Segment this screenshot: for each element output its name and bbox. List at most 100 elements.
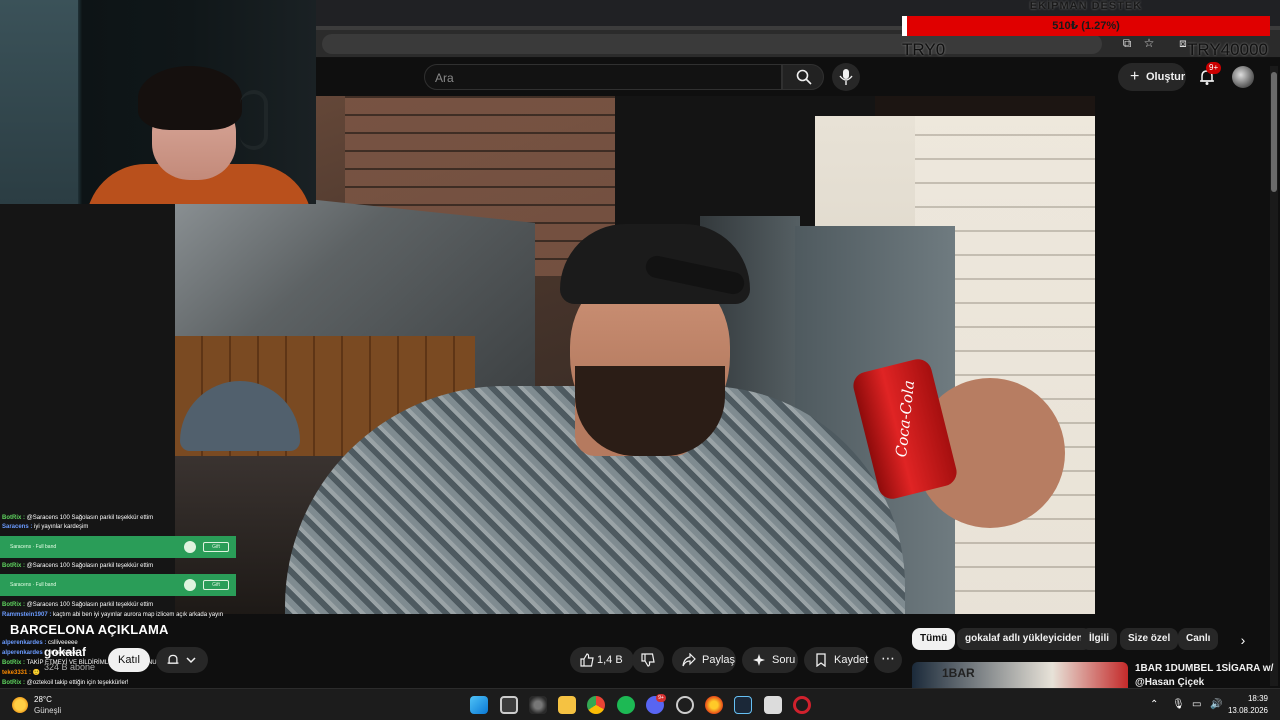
chat-text: iyi yayınlar kardeşim xyxy=(34,524,89,530)
spotify-icon[interactable] xyxy=(617,696,635,714)
search-input[interactable]: Ara xyxy=(424,64,782,90)
notifications-button[interactable]: 9+ xyxy=(1196,62,1222,88)
chat-message: teke3331 : 🙂 xyxy=(2,669,40,678)
chat-text: @Saracens 100 Sağolasın parkil teşekkür … xyxy=(26,602,154,608)
page-scrollbar[interactable] xyxy=(1270,66,1278,686)
goal-min-label: TRY0 xyxy=(902,40,946,59)
chat-message: BotRix : @Saracens 100 Sağolasın parkil … xyxy=(2,514,153,523)
chevron-right-icon[interactable]: › xyxy=(1232,629,1254,651)
chat-username: BotRix : xyxy=(2,563,25,569)
subscriber-count: 324 B abone xyxy=(44,662,96,672)
thumbnail-text: 1BAR xyxy=(942,666,975,680)
voice-search-button[interactable] xyxy=(832,63,860,91)
ask-label: Soru xyxy=(772,654,796,666)
scrollbar-thumb[interactable] xyxy=(1271,72,1277,192)
like-button[interactable]: 1,4 B xyxy=(570,647,634,673)
youtube-header: Ara + Oluştur 9+ xyxy=(316,58,1280,96)
bookmark-icon xyxy=(816,653,826,667)
chat-gift-banner: Saracens · Full band Gift xyxy=(0,574,236,596)
app-icon[interactable] xyxy=(764,696,782,714)
chat-text: kaçtım abi ben iyi yayınlar aurora map i… xyxy=(53,612,224,618)
chevron-up-icon[interactable]: ⌃ xyxy=(1150,699,1158,710)
file-explorer-icon[interactable] xyxy=(558,696,576,714)
search-button[interactable] xyxy=(782,64,824,90)
search-icon xyxy=(796,69,812,85)
opera-icon[interactable] xyxy=(793,696,811,714)
windows-taskbar: 28°C Güneşli 9+ ⌃ 🎙 ▭ 🔊 18:39 13.08.2026 xyxy=(0,688,1280,720)
share-icon xyxy=(682,653,696,667)
weather-temperature[interactable]: 28°C xyxy=(34,695,52,704)
clock-time[interactable]: 18:39 xyxy=(1236,694,1268,703)
webcam-hair xyxy=(138,66,242,130)
channel-name[interactable]: gokalaf xyxy=(44,645,86,659)
create-label: Oluştur xyxy=(1146,71,1186,83)
dislike-button[interactable] xyxy=(632,647,664,673)
gift-banner-text: Saracens · Full band xyxy=(10,582,57,588)
account-avatar[interactable] xyxy=(1232,66,1254,88)
share-label: Paylaş xyxy=(702,654,736,666)
chat-message: Rammstein1907 : kaçtım abi ben iyi yayın… xyxy=(2,611,223,620)
chip-related[interactable]: İlgili xyxy=(1081,628,1117,650)
chat-message: BotRix : @Saracens 100 Sağolasın parkil … xyxy=(2,562,153,571)
volume-icon[interactable]: 🔊 xyxy=(1210,699,1222,710)
chevron-down-icon xyxy=(186,657,196,664)
donation-title: EKİPMAN DESTEK xyxy=(1029,0,1143,12)
settings-gear-icon[interactable] xyxy=(529,696,547,714)
microphone-icon xyxy=(839,69,853,85)
video-title: BARCELONA AÇIKLAMA xyxy=(10,622,169,637)
chat-text: @Saracens 100 Sağolasın parkil teşekkür … xyxy=(26,515,154,521)
more-actions-button[interactable]: ⋯ xyxy=(874,647,902,673)
chip-for-you[interactable]: Size özel xyxy=(1120,628,1179,650)
chip-all[interactable]: Tümü xyxy=(912,628,956,650)
create-button[interactable]: + Oluştur xyxy=(1118,63,1186,91)
save-label: Kaydet xyxy=(834,654,869,666)
recommended-title[interactable]: 1BAR 1DUMBEL 1SİGARA w/ xyxy=(1135,663,1273,674)
chip-from-uploader[interactable]: gokalaf adlı yükleyiciden xyxy=(957,628,1091,650)
share-button[interactable]: Paylaş xyxy=(672,647,736,673)
webcam-headset xyxy=(240,90,268,150)
discord-badge: 9+ xyxy=(656,694,666,702)
chat-message: BotRix : @oztekoil takip ettiğin için te… xyxy=(2,679,128,688)
thumbs-up-icon xyxy=(580,653,594,667)
thumbs-down-icon xyxy=(641,653,655,667)
goal-max-label: TRY40000 xyxy=(1187,40,1268,59)
gift-badge: Gift xyxy=(203,580,229,590)
chat-text: @Saracens 100 Sağolasın parkil teşekkür … xyxy=(26,563,154,569)
firefox-icon[interactable] xyxy=(705,696,723,714)
clock-date[interactable]: 13.08.2026 xyxy=(1222,706,1268,715)
weather-description[interactable]: Güneşli xyxy=(34,706,61,715)
github-icon[interactable] xyxy=(676,696,694,714)
save-button[interactable]: Kaydet xyxy=(804,647,868,673)
chat-username: BotRix : xyxy=(2,515,25,521)
subscription-bell-button[interactable] xyxy=(156,647,208,673)
chat-gift-banner: Saracens · Full band Gift xyxy=(0,536,236,558)
chat-username: BotRix : xyxy=(2,680,25,686)
can-logo-text: Coca-Cola xyxy=(892,379,919,458)
display-icon[interactable]: ▭ xyxy=(1192,699,1201,710)
sun-icon[interactable] xyxy=(12,697,28,713)
steam-icon[interactable] xyxy=(734,696,752,714)
microphone-icon[interactable]: 🎙 xyxy=(1172,699,1185,710)
search-placeholder: Ara xyxy=(435,71,454,85)
ask-button[interactable]: Soru xyxy=(742,647,798,673)
gift-banner-text: Saracens · Full band xyxy=(10,544,57,550)
chat-message: Saracens : iyi yayınlar kardeşim xyxy=(2,523,88,532)
chat-username: BotRix : xyxy=(2,660,25,666)
notifications-badge: 9+ xyxy=(1206,62,1222,74)
recommended-thumbnail[interactable]: 1BAR xyxy=(912,662,1128,688)
recommended-title-line2[interactable]: @Hasan Çiçek xyxy=(1135,677,1204,688)
chat-text: @oztekoil takip ettiğin için teşekkürler… xyxy=(26,680,129,686)
task-view-icon[interactable] xyxy=(500,696,518,714)
donation-goal-overlay: EKİPMAN DESTEK 510₺ (1.27%) TRY0 TRY4000… xyxy=(902,0,1270,60)
streamer-webcam xyxy=(0,0,316,204)
chat-text: 🙂 xyxy=(32,670,41,676)
join-button[interactable]: Katıl xyxy=(108,648,150,672)
chat-username: teke3331 : xyxy=(2,670,32,676)
chrome-icon[interactable] xyxy=(587,696,605,714)
donation-amount: 510₺ (1.27%) xyxy=(1052,20,1120,32)
shirt-icon xyxy=(184,579,196,591)
chip-live[interactable]: Canlı xyxy=(1178,628,1219,650)
windows-start-icon[interactable] xyxy=(470,696,488,714)
bell-icon xyxy=(167,654,179,664)
person-beard xyxy=(575,366,725,456)
